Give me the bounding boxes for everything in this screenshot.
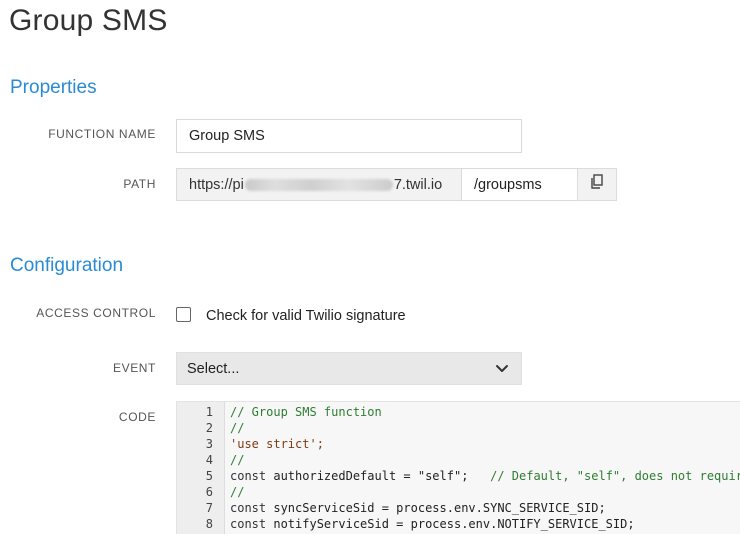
event-select-value: Select...: [187, 360, 240, 377]
event-label: EVENT: [112, 361, 156, 375]
page-title: Group SMS: [9, 4, 168, 37]
configuration-section-title: Configuration: [10, 255, 124, 276]
signature-checkbox[interactable]: [176, 307, 191, 322]
path-label: PATH: [123, 177, 156, 191]
line-number: 3: [205, 437, 213, 451]
code-text: const syncServiceSid = process.env.SYNC_…: [230, 500, 606, 516]
code-text: //: [230, 484, 244, 500]
code-text: const authorizedDefault = "self"; // Def…: [230, 468, 740, 484]
chevron-down-icon: [495, 363, 509, 379]
copy-icon: [590, 174, 604, 195]
code-text: // Group SMS function: [230, 404, 382, 420]
code-comment: //: [230, 485, 245, 499]
code-keyword: const: [230, 501, 267, 515]
code-statement: notifyServiceSid = process.env.NOTIFY_SE…: [266, 517, 635, 531]
code-comment: //: [230, 421, 245, 435]
path-prefix-end: 7.twil.io: [393, 176, 443, 193]
code-label: CODE: [118, 410, 156, 424]
code-text: 'use strict';: [230, 436, 324, 452]
code-editor[interactable]: 1 // Group SMS function 2 // 3 'use strict'; 4…: [176, 401, 740, 534]
code-comment: // Group SMS function: [230, 405, 382, 419]
redacted-blur: [244, 178, 393, 191]
line-number: 5: [205, 469, 213, 483]
line-number: 1: [205, 405, 213, 419]
properties-section-title: Properties: [10, 77, 97, 98]
function-name-value: Group SMS: [189, 128, 265, 144]
code-statement: syncServiceSid = process.env.SYNC_SERVIC…: [266, 501, 606, 515]
code-text: //: [230, 420, 244, 436]
line-number: 4: [205, 453, 213, 467]
code-comment: //: [230, 453, 245, 467]
code-keyword: const: [230, 469, 267, 483]
code-text: const notifyServiceSid = process.env.NOT…: [230, 516, 635, 532]
function-name-label: FUNCTION NAME: [48, 127, 156, 141]
code-keyword: const: [230, 517, 267, 531]
line-number: 2: [205, 421, 213, 435]
path-prefix-start: https://pi: [189, 176, 244, 193]
line-number: 7: [205, 501, 213, 515]
function-name-input[interactable]: Group SMS: [176, 119, 522, 153]
copy-path-button[interactable]: [577, 168, 617, 201]
path-input[interactable]: /groupsms: [461, 168, 578, 201]
line-number: 8: [205, 517, 213, 531]
line-number: 6: [205, 485, 213, 499]
path-prefix: https://pi 7.twil.io: [176, 168, 461, 201]
path-value: /groupsms: [474, 176, 542, 193]
code-comment: // Default, "self", does not require: [490, 469, 740, 483]
code-statement: 'use strict';: [230, 437, 324, 451]
event-select[interactable]: Select...: [176, 352, 522, 385]
signature-checkbox-label[interactable]: Check for valid Twilio signature: [206, 308, 406, 324]
access-control-label: ACCESS CONTROL: [36, 306, 156, 320]
code-statement: authorizedDefault = "self";: [266, 469, 491, 483]
code-text: //: [230, 452, 244, 468]
